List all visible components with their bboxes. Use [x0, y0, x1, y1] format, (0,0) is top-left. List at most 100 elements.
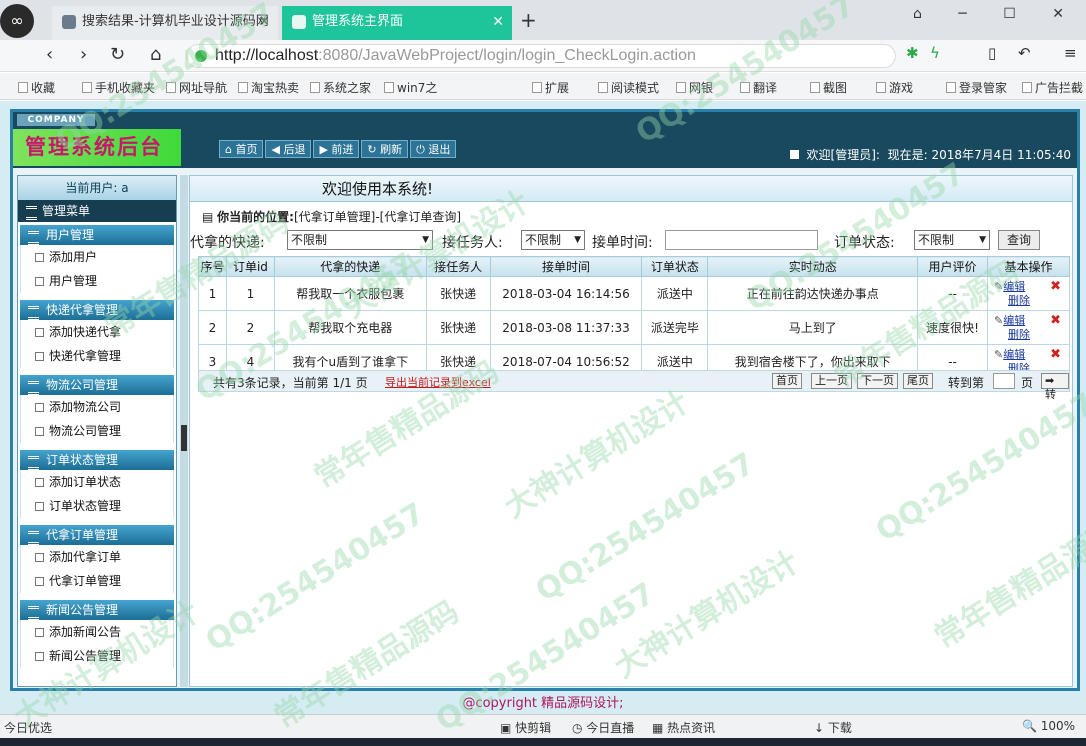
- edit-link[interactable]: 编辑: [1003, 280, 1025, 293]
- sidebar-item-add-order-status[interactable]: 添加订单状态: [20, 470, 174, 494]
- bookmark-item[interactable]: 游戏: [876, 79, 913, 96]
- lightning-icon[interactable]: ϟ: [930, 44, 940, 62]
- prev-page-button[interactable]: 上一页: [811, 373, 852, 389]
- express-filter-label: 代拿的快递:: [190, 235, 265, 251]
- navigation-bar: ‹ › ↻ ⌂ http://localhost:8080/JavaWebPro…: [0, 40, 1086, 72]
- sidebar-item-add-logistics[interactable]: 添加物流公司: [20, 395, 174, 419]
- delete-link[interactable]: 删除: [1008, 328, 1030, 341]
- accept-time-input[interactable]: [665, 230, 818, 250]
- group-user-management[interactable]: 用户管理: [20, 225, 174, 245]
- pencil-icon: ✎: [994, 347, 1004, 361]
- group-order-status-management[interactable]: 订单状态管理: [20, 450, 174, 470]
- close-tab-icon[interactable]: ✕: [492, 6, 504, 38]
- next-page-button[interactable]: 下一页: [857, 373, 898, 389]
- collapse-handle-icon[interactable]: [181, 425, 187, 451]
- phone-icon[interactable]: ▯: [988, 44, 996, 62]
- tab-label: 搜索结果-计算机毕业设计源码网: [82, 14, 269, 29]
- logout-button[interactable]: ⏻ 退出: [410, 140, 457, 158]
- sidebar-item-add-order[interactable]: 添加代拿订单: [20, 545, 174, 569]
- group-news-management[interactable]: 新闻公告管理: [20, 600, 174, 620]
- home-icon[interactable]: ⌂: [150, 44, 161, 65]
- speed-icon[interactable]: ✱: [906, 44, 919, 62]
- last-page-button[interactable]: 尾页: [903, 373, 933, 389]
- bookmark-item[interactable]: 手机收藏夹: [82, 79, 155, 96]
- zoom-level[interactable]: 🔍 100%: [1022, 719, 1075, 733]
- status-item[interactable]: ↓ 下载: [814, 719, 852, 736]
- close-tab-icon[interactable]: ✕: [258, 6, 270, 38]
- delete-icon[interactable]: ✖: [1050, 314, 1061, 328]
- sidebar-item-logistics-management[interactable]: 物流公司管理: [20, 419, 174, 443]
- bookmark-item[interactable]: 登录管家: [946, 79, 1007, 96]
- browser-logo-icon[interactable]: ∞: [0, 4, 34, 38]
- sidebar-item-news-management[interactable]: 新闻公告管理: [20, 644, 174, 668]
- menu-icon[interactable]: ≡: [1064, 44, 1077, 62]
- column-header: 订单状态: [641, 256, 709, 277]
- order-status-select[interactable]: 不限制 ▼: [914, 230, 990, 250]
- page-viewport: COMPANY 管理系统后台 ⌂ 首页 ◀ 后退 ▶ 前进 ↻ 刷新 ⏻ 退出 欢迎[管…: [0, 101, 1086, 714]
- breadcrumb: ▤ 你当前的位置:[代拿订单管理]-[代拿订单查询]: [202, 210, 462, 224]
- page-favicon-icon: [292, 15, 306, 29]
- home-button[interactable]: ⌂ 首页: [219, 140, 264, 158]
- column-header: 用户评价: [917, 256, 988, 277]
- bookmark-item[interactable]: 阅读模式: [598, 79, 659, 96]
- bookmark-item[interactable]: 扩展: [532, 79, 569, 96]
- tab-label: 管理系统主界面: [312, 14, 404, 29]
- edit-link[interactable]: 编辑: [1003, 348, 1025, 361]
- go-button[interactable]: ➡转: [1041, 373, 1069, 401]
- edit-link[interactable]: 编辑: [1003, 314, 1025, 327]
- bookmark-item[interactable]: 收藏: [18, 79, 55, 96]
- cell-index: 1: [198, 276, 227, 311]
- status-item[interactable]: ◷ 今日直播: [572, 719, 634, 736]
- orders-table: 序号 订单id 代拿的快递 接任务人 接单时间 订单状态 实时动态 用户评价 基…: [198, 256, 1070, 379]
- address-bar[interactable]: http://localhost:8080/JavaWebProject/log…: [186, 44, 896, 68]
- undo-icon[interactable]: ↶: [1018, 44, 1031, 62]
- sidebar-splitter[interactable]: [180, 175, 188, 687]
- bookmark-item[interactable]: 网址导航: [166, 79, 227, 96]
- sidebar-item-add-express[interactable]: 添加快递代拿: [20, 320, 174, 344]
- company-logo: COMPANY: [17, 114, 95, 126]
- window-controls[interactable]: ⌂ ─ ☐ ✕: [913, 6, 1080, 22]
- sidebar-item-user-management[interactable]: 用户管理: [20, 269, 174, 293]
- pencil-icon: ✎: [994, 279, 1004, 293]
- forward-button[interactable]: ▶ 前进: [313, 140, 360, 158]
- bookmark-item[interactable]: 淘宝热卖: [238, 79, 299, 96]
- back-button[interactable]: ◀ 后退: [265, 140, 312, 158]
- reload-icon[interactable]: ↻: [110, 44, 125, 65]
- sidebar-item-order-status-management[interactable]: 订单状态管理: [20, 494, 174, 518]
- page-favicon-icon: [62, 15, 76, 29]
- dropdown-arrow-icon: ▼: [979, 235, 986, 245]
- first-page-button[interactable]: 首页: [772, 373, 802, 389]
- refresh-button[interactable]: ↻ 刷新: [361, 140, 409, 158]
- courier-filter-select[interactable]: 不限制 ▼: [521, 230, 585, 250]
- column-header: 序号: [198, 256, 227, 277]
- sidebar-item-add-user[interactable]: 添加用户: [20, 245, 174, 269]
- group-logistics-management[interactable]: 物流公司管理: [20, 375, 174, 395]
- bookmark-item[interactable]: 系统之家: [310, 79, 371, 96]
- sidebar-item-express-management[interactable]: 快递代拿管理: [20, 344, 174, 368]
- new-tab-button[interactable]: +: [520, 8, 537, 32]
- tab-search-results[interactable]: 搜索结果-计算机毕业设计源码网 ✕: [52, 6, 278, 40]
- bookmark-item[interactable]: win7之: [384, 79, 437, 96]
- bookmark-item[interactable]: 截图: [810, 79, 847, 96]
- bookmark-item[interactable]: 翻译: [740, 79, 777, 96]
- status-item[interactable]: ▦ 热点资讯: [652, 719, 715, 736]
- sidebar-item-order-management[interactable]: 代拿订单管理: [20, 569, 174, 593]
- query-button[interactable]: 查询: [998, 230, 1040, 250]
- status-item[interactable]: 今日优选: [4, 719, 52, 736]
- delete-link[interactable]: 删除: [1008, 294, 1030, 307]
- forward-arrow-icon[interactable]: ›: [80, 44, 87, 65]
- bookmark-item[interactable]: 网银: [676, 79, 713, 96]
- express-filter-select[interactable]: 不限制 ▼: [287, 230, 433, 250]
- status-item[interactable]: ▣ 快剪辑: [500, 719, 551, 736]
- sidebar-item-add-news[interactable]: 添加新闻公告: [20, 620, 174, 644]
- bookmark-item[interactable]: 广告拦截: [1022, 79, 1083, 96]
- export-excel-link[interactable]: 导出当前记录到excel: [385, 374, 491, 390]
- goto-page-input[interactable]: [993, 373, 1015, 389]
- tab-admin-main[interactable]: 管理系统主界面 ✕: [282, 6, 512, 40]
- delete-icon[interactable]: ✖: [1050, 348, 1061, 362]
- delete-icon[interactable]: ✖: [1050, 280, 1061, 294]
- back-arrow-icon[interactable]: ‹: [46, 44, 53, 65]
- group-order-management[interactable]: 代拿订单管理: [20, 525, 174, 545]
- group-express-management[interactable]: 快递代拿管理: [20, 300, 174, 320]
- table-row: 1 1 帮我取一个衣服包裹 张快递 2018-03-04 16:14:56 派送…: [198, 276, 1070, 311]
